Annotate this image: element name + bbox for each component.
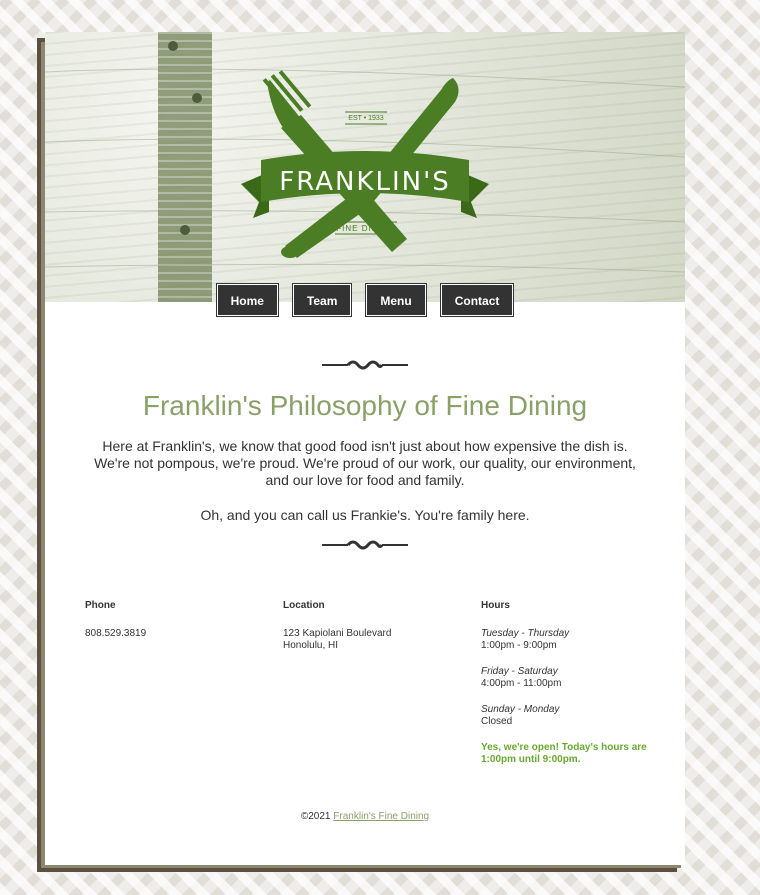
hours-entry: Tuesday - Thursday 1:00pm - 9:00pm xyxy=(481,628,661,652)
hero-artwork: EST • 1933 FRANKLIN'S FINE DINING xyxy=(45,32,685,302)
intro-paragraph: Here at Franklin's, we know that good fo… xyxy=(94,438,636,488)
hours-time: 1:00pm - 9:00pm xyxy=(481,640,557,651)
logo-tagline: FINE DINING xyxy=(336,224,395,233)
location-heading: Location xyxy=(283,600,325,611)
location-address: 123 Kapiolani Boulevard Honolulu, HI xyxy=(283,628,453,652)
logo-name: FRANKLIN'S xyxy=(279,167,451,197)
page-title: Franklin's Philosophy of Fine Dining xyxy=(142,390,588,421)
hours-entry: Sunday - Monday Closed xyxy=(481,704,661,728)
hours-days: Tuesday - Thursday xyxy=(481,628,570,639)
main-nav: Home Team Menu Contact xyxy=(45,283,685,320)
ornament-divider-bottom xyxy=(322,540,408,550)
address-line-2: Honolulu, HI xyxy=(283,640,339,651)
hours-entry: Friday - Saturday 4:00pm - 11:00pm xyxy=(481,666,661,690)
hours-heading: Hours xyxy=(481,600,510,611)
address-line-1: 123 Kapiolani Boulevard xyxy=(283,628,392,639)
open-status: Yes, we're open! Today's hours are 1:00p… xyxy=(481,742,661,766)
page-card: EST • 1933 FRANKLIN'S FINE DINING Home T… xyxy=(45,32,685,865)
location-column: Location 123 Kapiolani Boulevard Honolul… xyxy=(283,600,453,666)
nav-menu-button[interactable]: Menu xyxy=(365,283,427,317)
hours-time: Closed xyxy=(481,716,513,727)
nav-contact-button[interactable]: Contact xyxy=(439,283,515,317)
hours-days: Sunday - Monday xyxy=(481,704,560,715)
open-status-line-1: Yes, we're open! Today's hours are xyxy=(481,742,647,753)
logo-est: EST • 1933 xyxy=(348,115,384,122)
nav-team-button[interactable]: Team xyxy=(291,283,353,317)
hours-column: Hours Tuesday - Thursday 1:00pm - 9:00pm… xyxy=(481,600,661,780)
hours-days: Friday - Saturday xyxy=(481,666,558,677)
open-status-line-2: 1:00pm until 9:00pm. xyxy=(481,754,581,765)
hours-time: 4:00pm - 11:00pm xyxy=(481,678,562,689)
phone-heading: Phone xyxy=(85,600,116,611)
phone-column: Phone 808.529.3819 xyxy=(85,600,255,654)
copyright-text: ©2021 xyxy=(300,811,331,822)
footer-link[interactable]: Franklin's Fine Dining xyxy=(333,811,429,822)
ornament-divider-top xyxy=(322,360,408,370)
phone-number: 808.529.3819 xyxy=(85,628,147,639)
family-paragraph: Oh, and you can call us Frankie's. You'r… xyxy=(200,507,530,523)
footer: ©2021 Franklin's Fine Dining xyxy=(45,811,685,822)
nav-home-button[interactable]: Home xyxy=(215,283,279,317)
hero-banner: EST • 1933 FRANKLIN'S FINE DINING xyxy=(45,32,685,302)
